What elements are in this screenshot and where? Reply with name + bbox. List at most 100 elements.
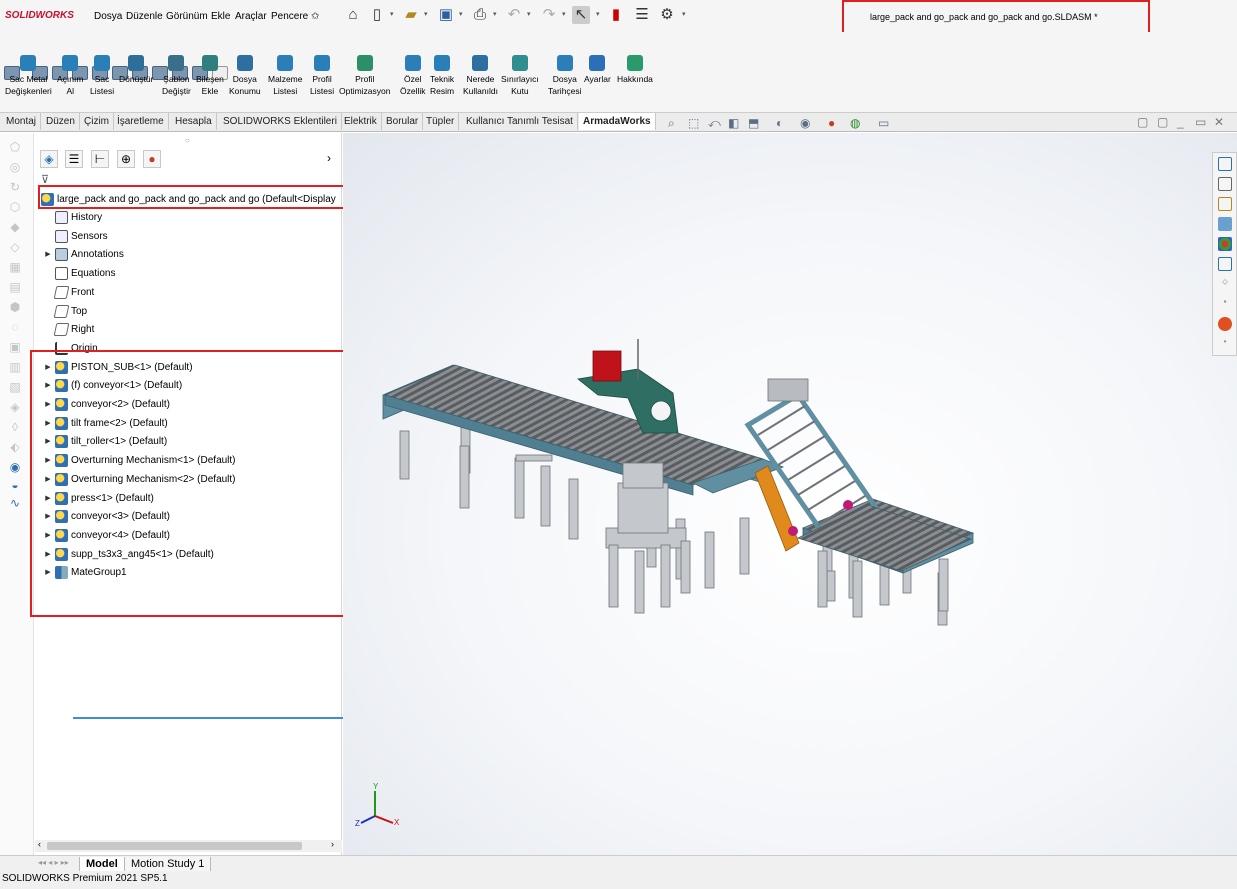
select-icon[interactable]: ↖ [572, 6, 590, 24]
redo-icon[interactable]: ↷ [540, 6, 558, 24]
tab-model[interactable]: Model [79, 857, 125, 872]
addin-icon[interactable] [1218, 317, 1232, 331]
tool-icon[interactable]: ⬡ [8, 201, 22, 213]
tree-item[interactable]: Right [43, 322, 94, 338]
tool-icon[interactable]: ⬖ [8, 441, 22, 453]
tool-icon[interactable]: ⬢ [8, 301, 22, 313]
chevron-down-icon[interactable]: ▾ [424, 10, 428, 18]
tool-icon[interactable]: ◊ [8, 421, 22, 433]
addin-icon[interactable]: • [1218, 337, 1232, 351]
save-icon[interactable]: ▣ [437, 6, 455, 24]
options-icon[interactable]: ⚙ [658, 6, 676, 24]
tab-7[interactable]: Borular [382, 113, 424, 130]
tool-icon[interactable]: ◈ [8, 401, 22, 413]
chevron-down-icon[interactable]: ▾ [493, 10, 497, 18]
minimize-icon[interactable]: _ [1177, 115, 1184, 129]
tool-icon[interactable]: ◆ [8, 221, 22, 233]
design-library-icon[interactable] [1218, 177, 1232, 191]
tool-icon[interactable]: ▣ [8, 341, 22, 353]
hide-show-icon[interactable]: ◉ [800, 116, 810, 130]
view-orientation-icon[interactable]: ⬒ [748, 116, 759, 130]
zoom-area-icon[interactable]: ⬚ [688, 116, 699, 130]
scroll-right-icon[interactable]: › [331, 839, 334, 849]
addin-icon[interactable]: ⬦ [1218, 277, 1232, 291]
cmd-button-1[interactable]: Açınım Al [57, 55, 83, 97]
cmd-button-2[interactable]: Sac Listesi [90, 55, 114, 97]
tab-motion-study-1[interactable]: Motion Study 1 [124, 857, 212, 872]
menu-pencere[interactable]: Pencere [271, 11, 308, 22]
cmd-button-9[interactable]: Profil Optimizasyon [339, 55, 391, 97]
expand-panel-icon[interactable]: › [327, 151, 331, 165]
cmd-button-3[interactable]: Dönüştür [119, 55, 154, 85]
featuremanager-tab-icon[interactable]: ◈ [40, 150, 58, 168]
new-doc-icon[interactable]: ▯ [368, 6, 386, 24]
print-icon[interactable]: ⎙ [471, 6, 489, 24]
tool-icon[interactable]: ↻ [8, 181, 22, 193]
tab-6[interactable]: Elektrik [340, 113, 382, 130]
tree-scrollbar[interactable]: ‹ › [35, 839, 342, 852]
tool-icon[interactable]: ⬠ [8, 141, 22, 153]
tool-icon[interactable]: ▦ [8, 261, 22, 273]
view-settings-icon[interactable]: ▭ [878, 116, 889, 130]
tab-5[interactable]: SOLIDWORKS Eklentileri [219, 113, 342, 130]
file-explorer-icon[interactable] [1218, 197, 1232, 211]
tab-1[interactable]: Düzen [42, 113, 80, 130]
zoom-to-fit-icon[interactable]: ⌕ [668, 116, 675, 131]
tab-0[interactable]: Montaj [2, 113, 42, 130]
cmd-button-16[interactable]: Hakkında [617, 55, 653, 85]
propertymanager-tab-icon[interactable]: ☰ [65, 150, 83, 168]
tab-10[interactable]: ArmadaWorks [579, 113, 656, 130]
chevron-down-icon[interactable]: ▾ [682, 10, 686, 18]
menu-duzenle[interactable]: Düzenle [126, 11, 163, 22]
expand-arrow-icon[interactable]: ▶ [43, 247, 53, 263]
scroll-left-icon[interactable]: ‹ [38, 839, 41, 849]
undo-icon[interactable]: ↶ [505, 6, 523, 24]
chevron-down-icon[interactable]: ▾ [596, 10, 600, 18]
chevron-down-icon[interactable]: ▾ [527, 10, 531, 18]
chevron-down-icon[interactable]: ▾ [459, 10, 463, 18]
tool-icon[interactable]: ▧ [8, 381, 22, 393]
tab-4[interactable]: Hesapla [171, 113, 217, 130]
displaymanager-tab-icon[interactable]: ● [143, 150, 161, 168]
solidworks-resources-icon[interactable] [1218, 157, 1232, 171]
restore-icon[interactable]: ▢ [1137, 115, 1148, 129]
cmd-button-8[interactable]: Profil Listesi [310, 55, 334, 97]
cmd-button-0[interactable]: Sac Metal Değişkenleri [5, 55, 52, 97]
configurationmanager-tab-icon[interactable]: ⊢ [91, 150, 109, 168]
edit-appearance-icon[interactable]: ● [828, 116, 835, 130]
tree-item[interactable]: Equations [43, 266, 115, 282]
tab-9[interactable]: Kullanıcı Tanımlı Tesisat [462, 113, 578, 130]
tool-icon[interactable]: ∿ [8, 497, 22, 509]
scene-icon[interactable]: ◍ [850, 116, 860, 130]
view-palette-icon[interactable] [1218, 217, 1232, 231]
cmd-button-5[interactable]: Bileşen Ekle [196, 55, 224, 97]
menu-araclar[interactable]: Araçlar [235, 11, 267, 22]
tree-item[interactable]: Top [43, 304, 87, 320]
previous-view-icon[interactable]: ⤺ [708, 116, 721, 131]
chevron-down-icon[interactable]: ▾ [390, 10, 394, 18]
tool-icon[interactable]: ◉ [8, 461, 22, 473]
tool-icon[interactable]: ▥ [8, 361, 22, 373]
tree-item[interactable]: Front [43, 285, 94, 301]
tab-scroll-icons[interactable]: ◂◂ ◂ ▸ ▸▸ [38, 858, 69, 867]
maximize-icon[interactable]: ▭ [1195, 115, 1206, 129]
tab-8[interactable]: Tüpler [422, 113, 460, 130]
tree-item[interactable]: History [43, 210, 102, 226]
scrollbar-thumb[interactable] [47, 842, 302, 850]
assembly-model[interactable]: Y X Z [343, 133, 1237, 855]
tool-icon[interactable]: ◒ [8, 479, 22, 491]
file-properties-icon[interactable]: ☰ [633, 6, 651, 24]
tree-item[interactable]: ▶ Annotations [43, 247, 124, 263]
home-icon[interactable]: ⌂ [344, 6, 362, 24]
close-icon[interactable]: ✕ [1214, 115, 1224, 129]
section-view-icon[interactable]: ◧ [728, 116, 739, 130]
rollback-bar[interactable] [73, 717, 375, 719]
tool-icon[interactable]: ▤ [8, 281, 22, 293]
pin-icon[interactable]: ✩ [311, 11, 319, 22]
display-style-icon[interactable]: ◐ [776, 116, 783, 130]
custom-properties-icon[interactable] [1218, 257, 1232, 271]
cmd-button-13[interactable]: Sınırlayıcı Kutu [501, 55, 539, 97]
open-icon[interactable]: ▰ [402, 6, 420, 24]
tool-icon[interactable]: ◇ [8, 241, 22, 253]
addin-icon[interactable]: ▪ [1218, 297, 1232, 311]
